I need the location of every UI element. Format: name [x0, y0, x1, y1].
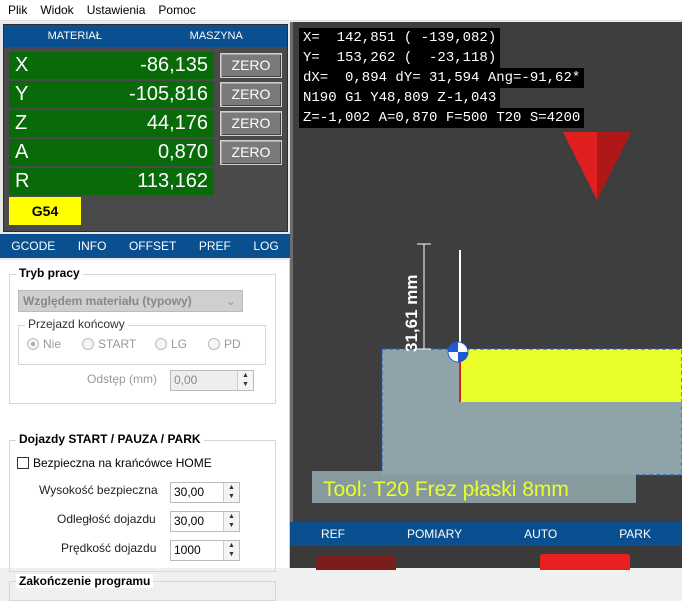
- zero-x-button[interactable]: ZERO: [220, 53, 282, 78]
- tab-offset[interactable]: OFFSET: [129, 239, 176, 253]
- axis-label: R: [15, 170, 30, 192]
- radio-icon: [82, 338, 94, 350]
- left-panel: MATERIAŁ MASZYNA X -86,135 ZERO Y -105,8…: [0, 22, 290, 601]
- settings-panel: Tryb pracy Względem materiału (typowy) ⌄…: [0, 260, 290, 601]
- checkbox-icon: [17, 457, 29, 469]
- approach-speed-value: 1000: [174, 543, 201, 557]
- tab-pref[interactable]: PREF: [199, 239, 231, 253]
- mode-combo[interactable]: Względem materiału (typowy) ⌄: [18, 290, 243, 312]
- axis-label: Y: [15, 83, 29, 105]
- simulation-viewport[interactable]: 31,61 mm Tool: T20 Frez płaski 8mm X= 14…: [290, 22, 682, 522]
- bottom-tab-bar: REF POMIARY AUTO PARK: [290, 522, 682, 546]
- mode-combo-value: Względem materiału (typowy): [23, 294, 192, 308]
- axis-value: 44,176: [146, 112, 208, 134]
- zero-y-button[interactable]: ZERO: [220, 82, 282, 107]
- approach-distance-input[interactable]: 30,00 ▲ ▼: [170, 511, 240, 532]
- tab-log[interactable]: LOG: [253, 239, 278, 253]
- endmove-title: Przejazd końcowy: [25, 317, 128, 331]
- tab-pomiary[interactable]: POMIARY: [407, 527, 462, 541]
- home-checkbox[interactable]: Bezpieczna na krańcówce HOME: [17, 456, 212, 470]
- arrow-shade: [597, 132, 631, 200]
- safe-height-input[interactable]: 30,00 ▲ ▼: [170, 482, 240, 503]
- tab-info[interactable]: INFO: [78, 239, 107, 253]
- axis-label: X: [15, 54, 29, 76]
- dro-line: dX= 0,894 dY= 31,594 Ang=-91,62*: [299, 68, 585, 88]
- tab-bar: GCODE INFO OFFSET PREF LOG: [0, 234, 290, 258]
- spin-arrows-icon[interactable]: ▲ ▼: [223, 541, 239, 560]
- axis-row-z: Z 44,176: [9, 110, 214, 137]
- menu-pomoc[interactable]: Pomoc: [158, 3, 195, 17]
- zero-a-button[interactable]: ZERO: [220, 140, 282, 165]
- axis-row-y: Y -105,816: [9, 81, 214, 108]
- chevron-down-icon: ⌄: [225, 294, 236, 308]
- radio-icon: [208, 338, 220, 350]
- spin-arrows-icon[interactable]: ▲ ▼: [237, 371, 253, 390]
- axis-value: 113,162: [137, 170, 208, 192]
- axis-label: A: [15, 141, 29, 163]
- wcs-button[interactable]: G54: [9, 197, 81, 225]
- radio-label: PD: [224, 337, 241, 351]
- menu-plik[interactable]: Plik: [8, 3, 27, 17]
- tab-auto[interactable]: AUTO: [524, 527, 557, 541]
- menu-bar: Plik Widok Ustawienia Pomoc: [0, 0, 682, 21]
- menu-widok[interactable]: Widok: [40, 3, 73, 17]
- axis-value: 0,870: [157, 141, 208, 163]
- dro-line: Y= 153,262 ( -23,118): [299, 48, 501, 68]
- dimension-label: 31,61 mm: [402, 275, 421, 353]
- approach-speed-label: Prędkość dojazdu: [61, 541, 157, 555]
- material-surface: [460, 349, 682, 402]
- radio-label: START: [98, 337, 137, 351]
- tab-maszyna[interactable]: MASZYNA: [146, 25, 288, 47]
- tab-ref[interactable]: REF: [321, 527, 345, 541]
- menu-ustawienia[interactable]: Ustawienia: [87, 3, 146, 17]
- coordinate-header: MATERIAŁ MASZYNA: [4, 25, 287, 47]
- radio-label: LG: [171, 337, 188, 351]
- approach-speed-input[interactable]: 1000 ▲ ▼: [170, 540, 240, 561]
- bottom-button-strip: [290, 546, 682, 570]
- axis-row-a: A 0,870: [9, 139, 214, 166]
- radio-selected-icon: [27, 338, 39, 350]
- distance-value: 0,00: [174, 373, 198, 387]
- approach-distance-value: 30,00: [174, 514, 205, 528]
- radio-lg[interactable]: LG: [155, 337, 187, 351]
- radio-icon: [155, 338, 167, 350]
- axis-row-r: R 113,162: [9, 168, 214, 195]
- spin-arrows-icon[interactable]: ▲ ▼: [223, 483, 239, 502]
- dro-line: X= 142,851 ( -139,082): [299, 28, 501, 48]
- radio-start[interactable]: START: [82, 337, 136, 351]
- tab-park[interactable]: PARK: [619, 527, 651, 541]
- coordinate-panel: MATERIAŁ MASZYNA X -86,135 ZERO Y -105,8…: [3, 24, 288, 232]
- distance-input[interactable]: 0,00 ▲ ▼: [170, 370, 254, 391]
- radio-nie[interactable]: Nie: [27, 337, 61, 351]
- dro-line: N190 G1 Y48,809 Z-1,043: [299, 88, 501, 108]
- approach-group-title: Dojazdy START / PAUZA / PARK: [16, 432, 204, 446]
- safe-height-value: 30,00: [174, 485, 205, 499]
- home-checkbox-label: Bezpieczna na krańcówce HOME: [33, 456, 212, 470]
- program-end-title: Zakończenie programu: [16, 574, 154, 588]
- tab-material[interactable]: MATERIAŁ: [4, 25, 146, 47]
- axis-value: -105,816: [129, 83, 208, 105]
- axis-row-x: X -86,135: [9, 52, 214, 79]
- zero-z-button[interactable]: ZERO: [220, 111, 282, 136]
- dro-line: Z=-1,002 A=0,870 F=500 T20 S=4200: [299, 108, 585, 128]
- tool-label: Tool: T20 Frez płaski 8mm: [323, 478, 569, 501]
- tool-quadrant: [448, 342, 458, 352]
- radio-label: Nie: [43, 337, 62, 351]
- approach-distance-label: Odległość dojazdu: [57, 512, 156, 526]
- spin-arrows-icon[interactable]: ▲ ▼: [223, 512, 239, 531]
- mode-group-title: Tryb pracy: [16, 266, 83, 280]
- axis-value: -86,135: [140, 54, 208, 76]
- axis-label: Z: [15, 112, 28, 134]
- safe-height-label: Wysokość bezpieczna: [39, 483, 158, 497]
- radio-pd[interactable]: PD: [208, 337, 241, 351]
- tab-gcode[interactable]: GCODE: [11, 239, 55, 253]
- distance-label: Odstęp (mm): [87, 372, 158, 386]
